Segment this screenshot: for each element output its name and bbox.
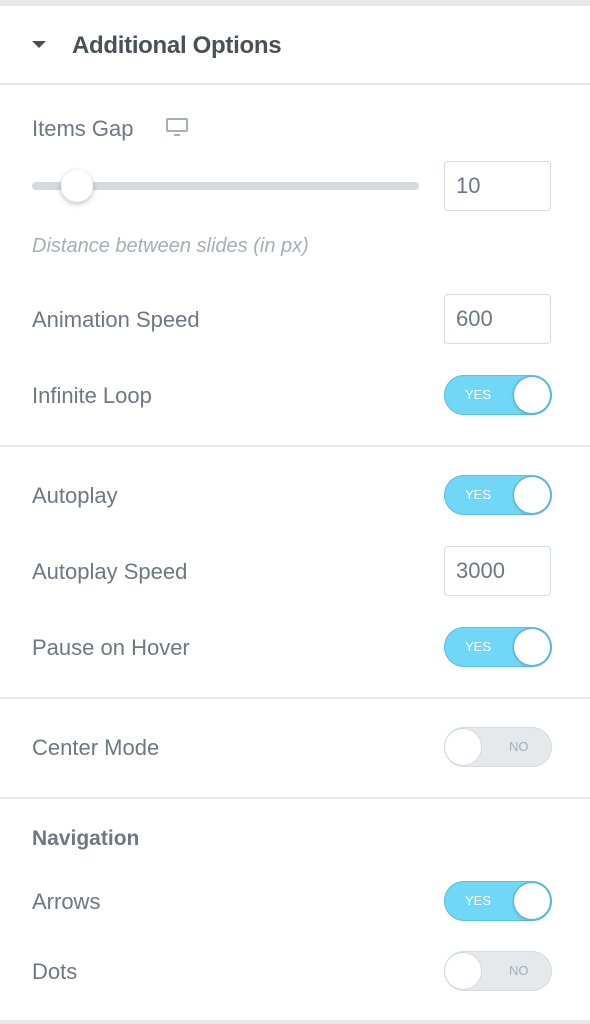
center-mode-toggle[interactable]: NO: [444, 727, 552, 767]
toggle-state-label: YES: [465, 487, 492, 502]
infinite-loop-label: Infinite Loop: [32, 383, 152, 408]
items-gap-input[interactable]: 10: [444, 161, 551, 211]
desktop-monitor-icon[interactable]: [166, 118, 188, 138]
dots-label: Dots: [32, 959, 78, 984]
items-gap-description: Distance between slides (in px): [32, 235, 309, 257]
autoplay-label: Autoplay: [32, 483, 118, 508]
center-mode-label: Center Mode: [32, 735, 160, 760]
arrows-label: Arrows: [32, 889, 101, 914]
arrows-toggle[interactable]: YES: [444, 881, 552, 921]
section-divider: [0, 797, 590, 799]
section-divider: [0, 445, 590, 447]
section-header-additional-options[interactable]: Additional Options: [0, 6, 590, 85]
dots-toggle[interactable]: NO: [444, 951, 552, 991]
section-title: Additional Options: [72, 32, 282, 59]
pause-on-hover-label: Pause on Hover: [32, 635, 190, 660]
caret-down-icon[interactable]: [32, 41, 46, 48]
toggle-knob: [445, 953, 481, 989]
toggle-state-label: YES: [465, 387, 492, 402]
animation-speed-label: Animation Speed: [32, 307, 200, 332]
items-gap-label: Items Gap: [32, 116, 134, 141]
autoplay-speed-label: Autoplay Speed: [32, 559, 188, 584]
section-divider: [0, 697, 590, 699]
navigation-heading: Navigation: [32, 827, 140, 850]
toggle-knob: [514, 477, 550, 513]
bottom-border: [0, 1020, 590, 1024]
toggle-knob: [514, 629, 550, 665]
toggle-knob: [514, 883, 550, 919]
pause-on-hover-toggle[interactable]: YES: [444, 627, 552, 667]
toggle-knob: [445, 729, 481, 765]
autoplay-speed-input[interactable]: 3000: [444, 546, 551, 596]
items-gap-slider-handle[interactable]: [60, 170, 93, 202]
toggle-state-label: YES: [465, 639, 492, 654]
toggle-state-label: NO: [509, 963, 529, 978]
animation-speed-input[interactable]: 600: [444, 294, 551, 344]
toggle-state-label: NO: [509, 739, 529, 754]
toggle-knob: [514, 377, 550, 413]
toggle-state-label: YES: [465, 893, 492, 908]
autoplay-toggle[interactable]: YES: [444, 475, 552, 515]
infinite-loop-toggle[interactable]: YES: [444, 375, 552, 415]
